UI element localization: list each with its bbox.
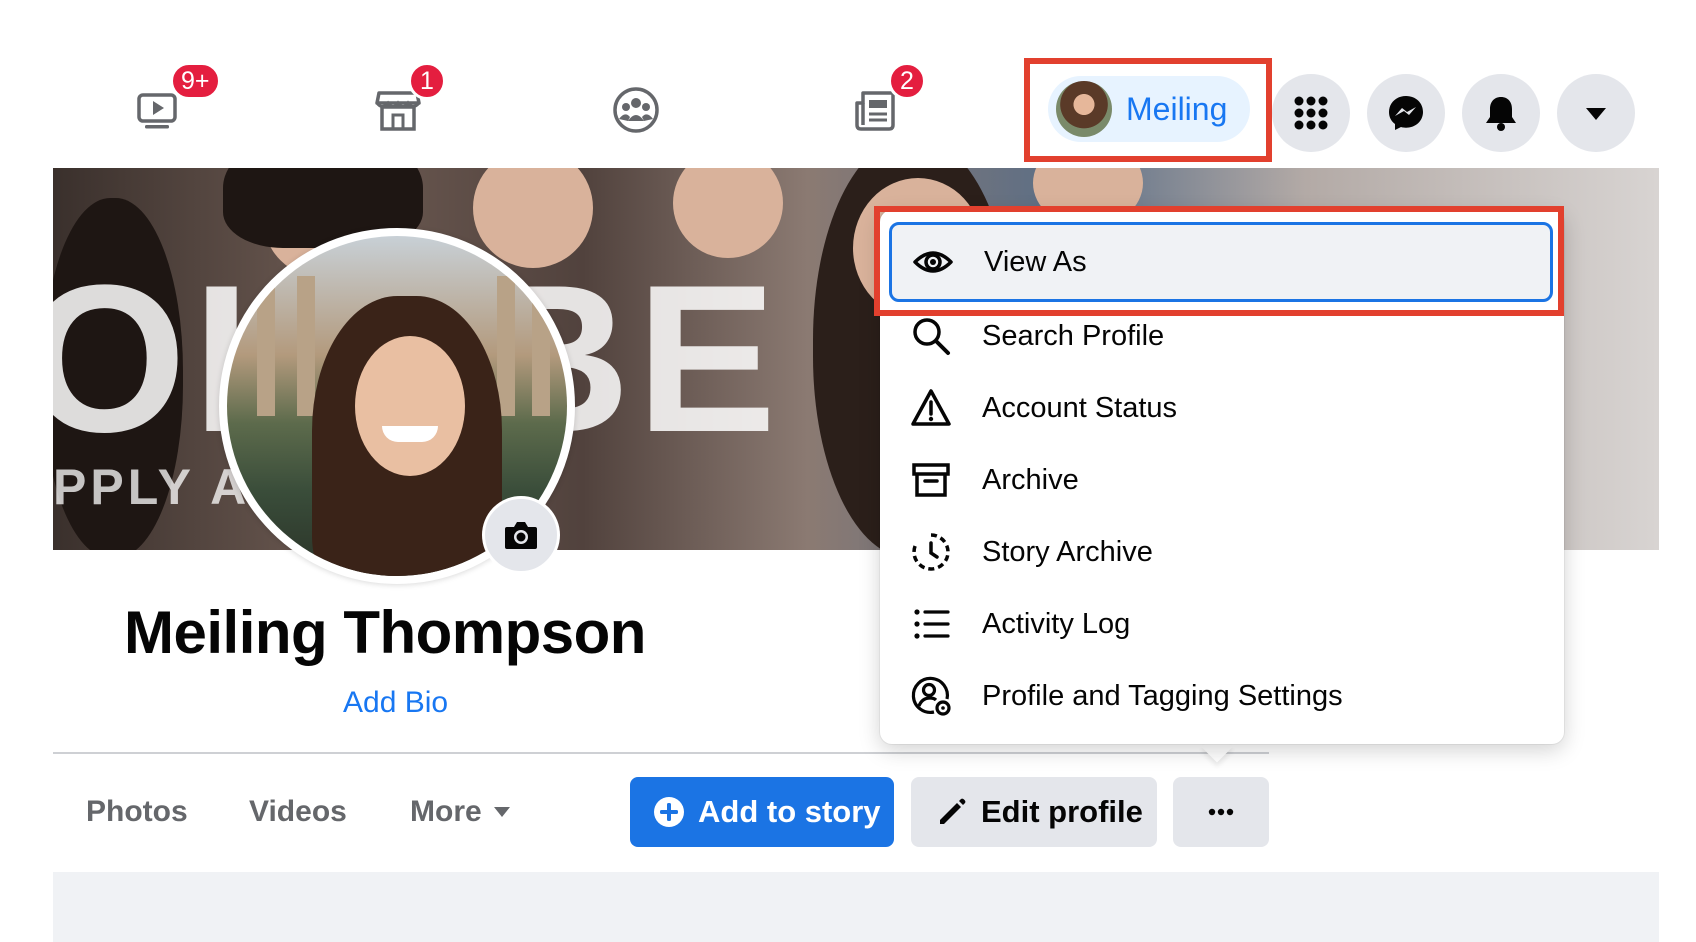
watch-badge: 9+ — [170, 62, 221, 100]
plus-circle-icon — [654, 797, 684, 827]
groups-icon — [613, 87, 659, 133]
camera-icon — [505, 522, 537, 549]
section-divider — [53, 752, 1269, 754]
menu-item-label: Account Status — [982, 391, 1178, 424]
menu-item-profile-tagging-settings[interactable]: Profile and Tagging Settings — [908, 660, 1548, 732]
messenger-icon — [1389, 96, 1423, 130]
nav-tab-marketplace[interactable]: 1 — [350, 62, 446, 158]
user-avatar — [1056, 81, 1112, 137]
menu-item-account-status[interactable]: Account Status — [908, 372, 1548, 444]
content-background — [53, 872, 1659, 942]
messenger-button[interactable] — [1367, 74, 1445, 152]
menu-item-label: Profile and Tagging Settings — [982, 679, 1343, 712]
profile-name: Meiling Thompson — [124, 599, 646, 666]
tab-photos[interactable]: Photos — [86, 795, 188, 829]
bell-icon — [1486, 97, 1516, 131]
menu-item-label: Story Archive — [982, 535, 1153, 568]
tab-videos[interactable]: Videos — [249, 795, 347, 829]
update-photo-button[interactable] — [482, 496, 560, 574]
tab-more[interactable]: More — [410, 795, 510, 829]
marketplace-badge: 1 — [408, 62, 446, 100]
archive-box-icon — [908, 457, 954, 503]
menu-item-label: Activity Log — [982, 607, 1131, 640]
account-button[interactable] — [1557, 74, 1635, 152]
nav-tab-watch[interactable]: 9+ — [110, 62, 221, 158]
menu-item-story-archive[interactable]: Story Archive — [908, 516, 1548, 588]
profile-settings-icon — [908, 673, 954, 719]
warning-icon — [908, 385, 954, 431]
menu-item-view-as[interactable]: View As — [889, 222, 1553, 302]
menu-item-label: Archive — [982, 463, 1079, 496]
story-clock-icon — [908, 529, 954, 575]
nav-tab-groups[interactable] — [588, 62, 684, 158]
more-options-button[interactable] — [1173, 777, 1269, 847]
menu-button[interactable] — [1272, 74, 1350, 152]
search-icon — [908, 313, 954, 359]
pencil-icon — [940, 798, 966, 824]
nav-tab-news[interactable]: 2 — [828, 62, 926, 158]
list-icon — [908, 601, 954, 647]
menu-item-label: Search Profile — [982, 319, 1165, 352]
profile-chip[interactable]: Meiling — [1048, 76, 1250, 142]
eye-icon — [910, 239, 956, 285]
caret-down-icon — [1586, 108, 1606, 120]
edit-profile-button[interactable]: Edit profile — [911, 777, 1157, 847]
tab-more-label: More — [410, 795, 482, 828]
add-to-story-label: Add to story — [698, 794, 881, 829]
caret-down-icon — [493, 807, 510, 817]
menu-item-label: View As — [984, 245, 1087, 278]
menu-item-search-profile[interactable]: Search Profile — [908, 300, 1548, 372]
add-to-story-button[interactable]: Add to story — [630, 777, 894, 847]
edit-profile-label: Edit profile — [981, 794, 1143, 829]
grid-menu-icon — [1294, 96, 1328, 130]
ellipsis-icon — [1208, 808, 1234, 816]
menu-item-archive[interactable]: Archive — [908, 444, 1548, 516]
add-bio-link[interactable]: Add Bio — [343, 686, 448, 720]
menu-item-activity-log[interactable]: Activity Log — [908, 588, 1548, 660]
notifications-button[interactable] — [1462, 74, 1540, 152]
news-badge: 2 — [888, 62, 926, 100]
profile-chip-name: Meiling — [1126, 90, 1228, 127]
